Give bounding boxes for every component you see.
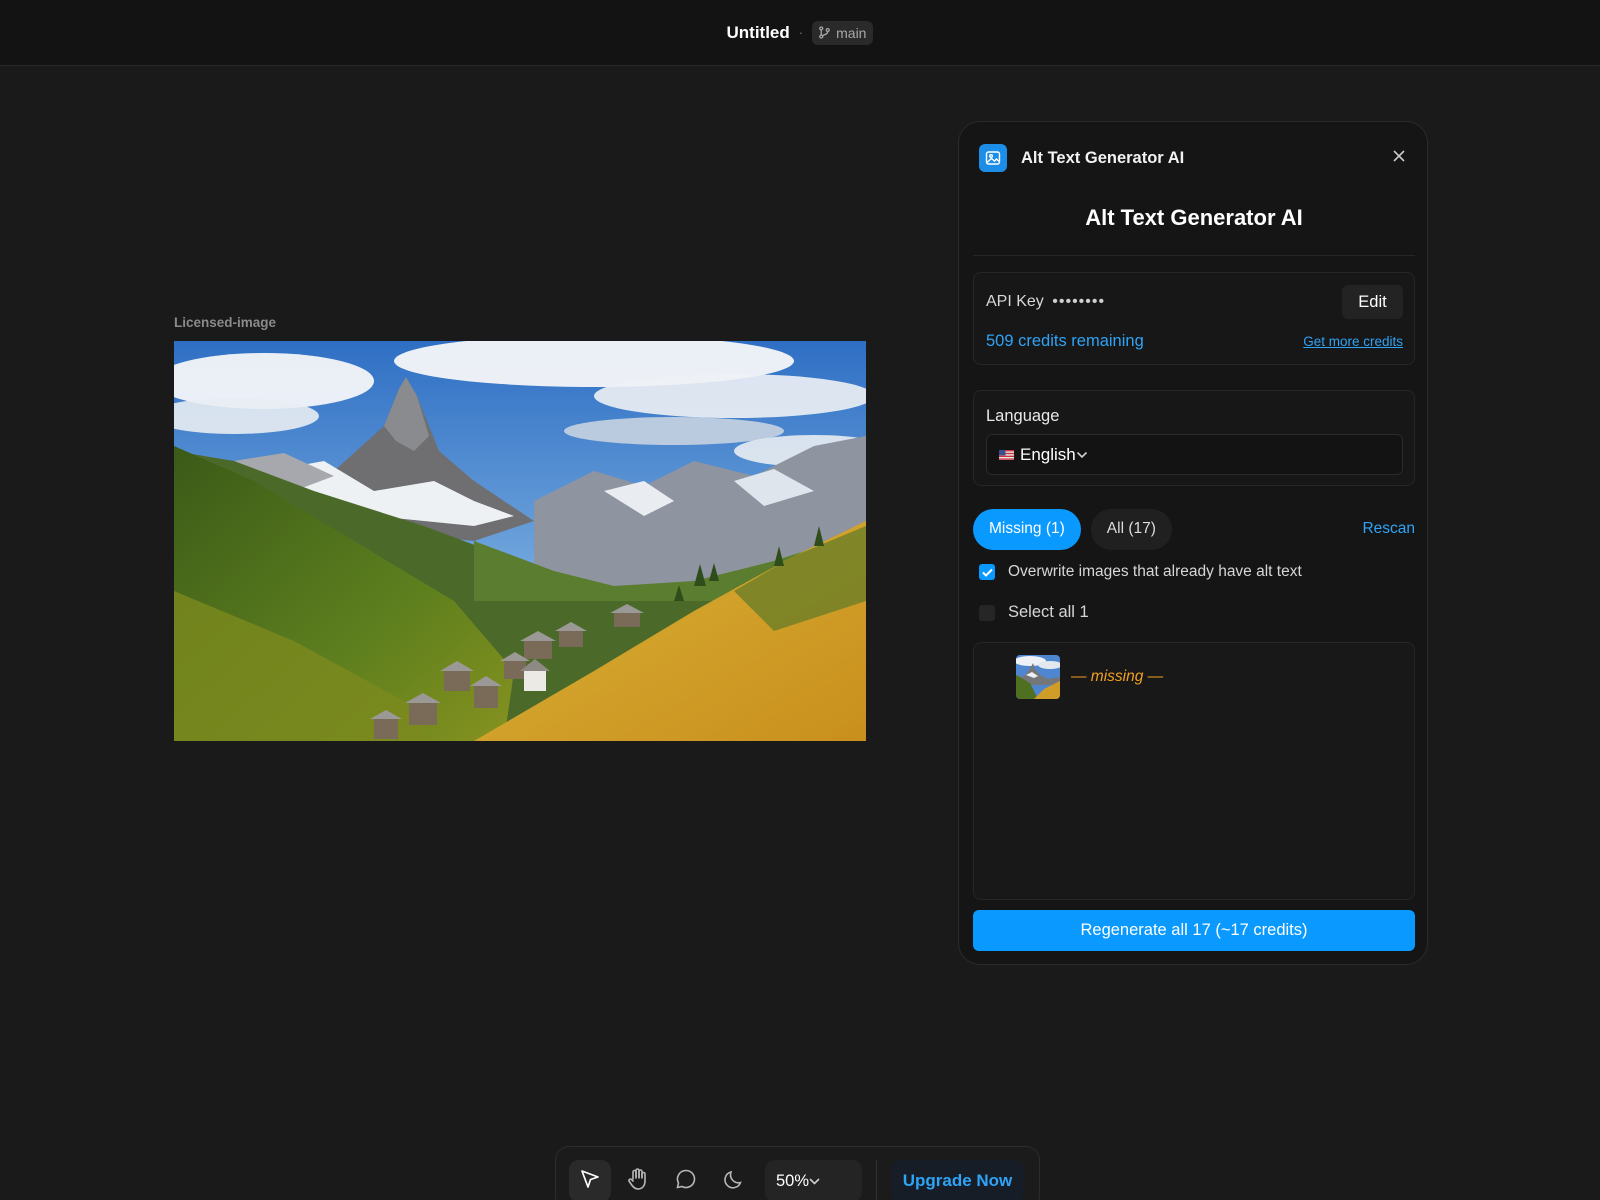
hand-tool[interactable] <box>617 1160 659 1200</box>
list-item[interactable]: — missing — <box>1016 655 1163 699</box>
git-branch-icon <box>818 26 831 39</box>
frame-label[interactable]: Licensed-image <box>174 315 276 330</box>
language-label: Language <box>986 407 1060 425</box>
language-value: English <box>1020 444 1076 464</box>
upgrade-button[interactable]: Upgrade Now <box>891 1160 1024 1200</box>
hand-icon <box>627 1167 649 1196</box>
edit-api-key-button[interactable]: Edit <box>1342 285 1403 319</box>
panel-header: Alt Text Generator AI <box>979 143 1413 173</box>
api-key-label: API Key •••••••• <box>986 293 1105 311</box>
divider <box>973 255 1415 256</box>
toolbar-divider <box>876 1160 877 1200</box>
language-select[interactable]: English <box>986 434 1403 475</box>
image-thumbnail <box>1016 655 1060 699</box>
comment-tool[interactable] <box>665 1160 707 1200</box>
zoom-value: 50% <box>776 1171 810 1190</box>
moon-icon <box>723 1168 745 1195</box>
api-key-card: API Key •••••••• Edit 509 credits remain… <box>973 272 1415 365</box>
close-button[interactable] <box>1385 144 1413 172</box>
branch-selector[interactable]: main <box>812 20 874 45</box>
bottom-toolbar: 50% Upgrade Now <box>555 1146 1040 1200</box>
credits-remaining: 509 credits remaining <box>986 332 1144 350</box>
chevron-down-icon <box>809 1177 830 1185</box>
title-separator: · <box>798 25 804 40</box>
theme-toggle[interactable] <box>713 1160 755 1200</box>
api-key-label-text: API Key <box>986 293 1044 310</box>
zoom-select[interactable]: 50% <box>765 1160 862 1200</box>
select-all-checkbox[interactable] <box>979 604 995 621</box>
select-all-label: Select all 1 <box>1008 603 1089 621</box>
language-card: Language English <box>973 390 1415 486</box>
tab-missing[interactable]: Missing (1) <box>973 508 1081 550</box>
api-key-masked: •••••••• <box>1052 293 1106 310</box>
chevron-down-icon <box>1076 451 1100 459</box>
get-more-credits-link[interactable]: Get more credits <box>1303 334 1403 349</box>
title-group: Untitled · main <box>727 20 874 45</box>
tab-all[interactable]: All (17) <box>1090 508 1172 550</box>
image-icon <box>979 144 1007 172</box>
plugin-title: Alt Text Generator AI <box>1021 148 1185 167</box>
rescan-button[interactable]: Rescan <box>1362 520 1415 538</box>
alt-text-plugin-panel: Alt Text Generator AI Alt Text Generator… <box>958 121 1428 965</box>
filter-tabs: Missing (1) All (17) Rescan <box>973 508 1415 550</box>
overwrite-checkbox[interactable] <box>979 564 995 580</box>
document-title[interactable]: Untitled <box>727 23 790 43</box>
regenerate-all-button[interactable]: Regenerate all 17 (~17 credits) <box>973 910 1415 951</box>
image-list: — missing — <box>973 642 1415 900</box>
overwrite-label: Overwrite images that already have alt t… <box>1008 563 1302 580</box>
close-icon <box>1393 149 1405 167</box>
comment-icon <box>675 1168 697 1195</box>
missing-status: — missing — <box>1071 668 1164 685</box>
branch-name: main <box>836 24 867 41</box>
mountain-landscape-image[interactable] <box>174 341 866 741</box>
select-tool[interactable] <box>569 1160 611 1200</box>
top-bar: Untitled · main <box>0 0 1600 66</box>
cursor-icon <box>579 1168 601 1195</box>
overwrite-option[interactable]: Overwrite images that already have alt t… <box>979 563 1302 581</box>
select-all-option[interactable]: Select all 1 <box>979 603 1089 622</box>
us-flag-icon <box>999 449 1020 460</box>
plugin-heading: Alt Text Generator AI <box>1085 205 1303 230</box>
